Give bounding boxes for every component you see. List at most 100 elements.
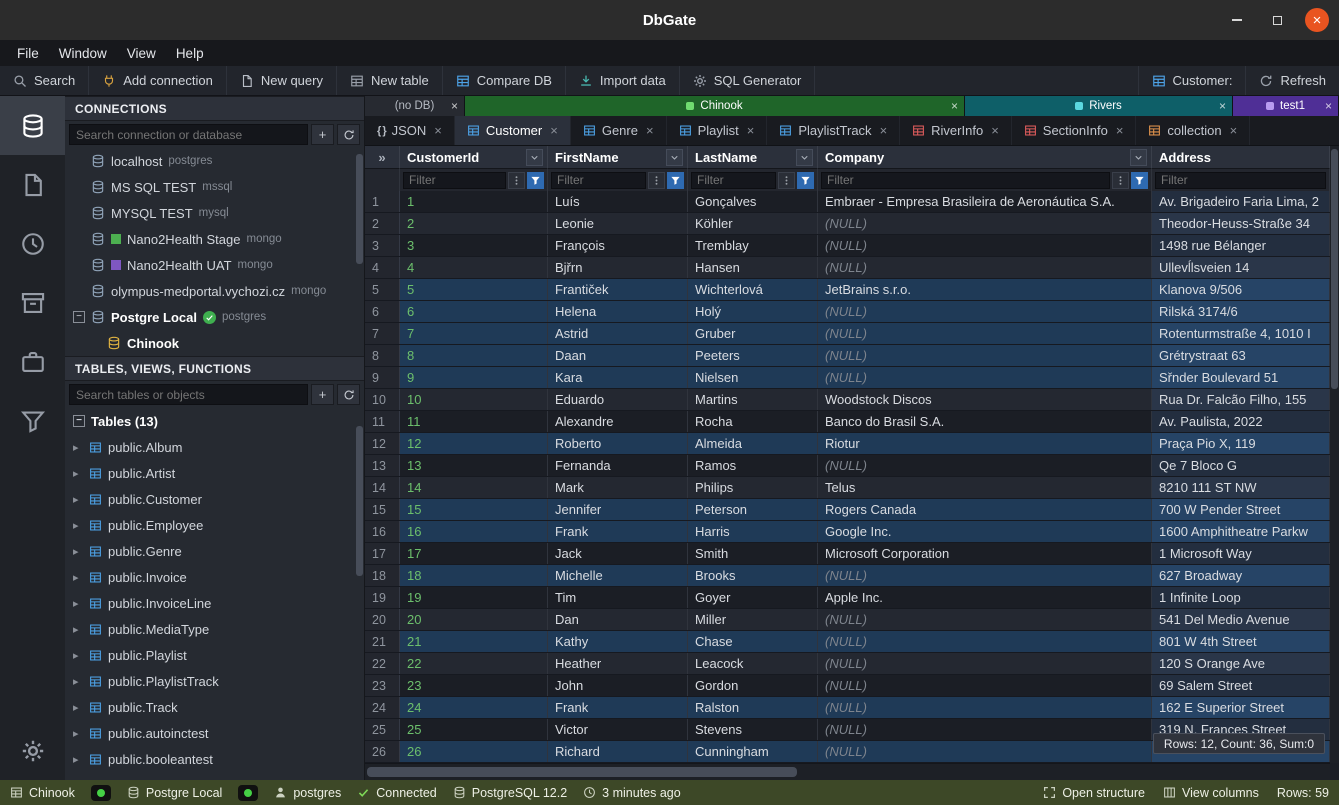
table-row[interactable]: 2424FrankRalston(NULL)162 E Superior Str… (365, 697, 1339, 719)
table-row[interactable]: 1313FernandaRamos(NULL)Qe 7 Bloco G (365, 455, 1339, 477)
cell-firstname[interactable]: François (548, 235, 688, 256)
cell-lastname[interactable]: Leacock (688, 653, 818, 674)
add-table-small-button[interactable]: + (311, 384, 334, 405)
cell-company[interactable]: Woodstock Discos (818, 389, 1152, 410)
cell-company[interactable]: (NULL) (818, 345, 1152, 366)
cell-customerid[interactable]: 2 (400, 213, 548, 234)
close-icon[interactable]: × (550, 123, 558, 138)
cell-lastname[interactable]: Brooks (688, 565, 818, 586)
cell-company[interactable]: (NULL) (818, 323, 1152, 344)
cell-firstname[interactable]: Kara (548, 367, 688, 388)
connections-search-input[interactable] (69, 124, 308, 145)
column-dropdown-icon[interactable] (526, 149, 543, 166)
cell-lastname[interactable]: Hansen (688, 257, 818, 278)
table-item[interactable]: ▸public.Invoice (65, 564, 364, 590)
cell-company[interactable]: (NULL) (818, 367, 1152, 388)
cell-address[interactable]: Ullevĺlsveien 14 (1152, 257, 1330, 278)
filter-funnel-icon[interactable] (1131, 172, 1148, 189)
rail-briefcase-button[interactable] (0, 332, 65, 391)
column-header-company[interactable]: Company (818, 146, 1152, 169)
cell-company[interactable]: (NULL) (818, 301, 1152, 322)
cell-company[interactable]: Telus (818, 477, 1152, 498)
connection-item[interactable]: Nano2Health Stagemongo (65, 226, 364, 252)
cell-address[interactable]: Qe 7 Bloco G (1152, 455, 1330, 476)
cell-lastname[interactable]: Ralston (688, 697, 818, 718)
maximize-button[interactable] (1265, 8, 1289, 32)
minimize-button[interactable] (1225, 8, 1249, 32)
cell-firstname[interactable]: Eduardo (548, 389, 688, 410)
filter-menu-icon[interactable] (778, 172, 795, 189)
db-tab-chinook[interactable]: Chinook× (465, 96, 965, 116)
cell-address[interactable]: 541 Del Medio Avenue (1152, 609, 1330, 630)
cell-lastname[interactable]: Tremblay (688, 235, 818, 256)
filter-menu-icon[interactable] (508, 172, 525, 189)
table-item[interactable]: ▸public.Genre (65, 538, 364, 564)
table-row[interactable]: 1515JenniferPetersonRogers Canada700 W P… (365, 499, 1339, 521)
table-row[interactable]: 2222HeatherLeacock(NULL)120 S Orange Ave (365, 653, 1339, 675)
toolbar-customer--button[interactable]: Customer: (1138, 66, 1246, 95)
filter-input-lastname[interactable] (691, 172, 776, 189)
cell-firstname[interactable]: Luís (548, 191, 688, 212)
cell-company[interactable]: Embraer - Empresa Brasileira de Aeronáut… (818, 191, 1152, 212)
table-item[interactable]: ▸public.autoinctest (65, 720, 364, 746)
cell-firstname[interactable]: Helena (548, 301, 688, 322)
filter-funnel-icon[interactable] (667, 172, 684, 189)
tab-playlist[interactable]: Playlist× (667, 116, 768, 145)
column-dropdown-icon[interactable] (666, 149, 683, 166)
tab-customer[interactable]: Customer× (455, 116, 571, 145)
chevron-right-icon[interactable]: ▸ (73, 753, 83, 766)
cell-lastname[interactable]: Stevens (688, 719, 818, 740)
column-header-firstname[interactable]: FirstName (548, 146, 688, 169)
cell-lastname[interactable]: Chase (688, 631, 818, 652)
cell-company[interactable]: (NULL) (818, 609, 1152, 630)
chevron-right-icon[interactable]: ▸ (73, 493, 83, 506)
cell-lastname[interactable]: Holý (688, 301, 818, 322)
cell-customerid[interactable]: 11 (400, 411, 548, 432)
cell-company[interactable]: Riotur (818, 433, 1152, 454)
connection-item[interactable]: localhostpostgres (65, 148, 364, 174)
cell-customerid[interactable]: 21 (400, 631, 548, 652)
cell-address[interactable]: Praça Pio X, 119 (1152, 433, 1330, 454)
column-header-customerid[interactable]: CustomerId (400, 146, 548, 169)
cell-customerid[interactable]: 25 (400, 719, 548, 740)
cell-address[interactable]: 1 Microsoft Way (1152, 543, 1330, 564)
cell-firstname[interactable]: Michelle (548, 565, 688, 586)
cell-company[interactable]: (NULL) (818, 675, 1152, 696)
tab-playlisttrack[interactable]: PlaylistTrack× (767, 116, 900, 145)
chevron-right-icon[interactable]: ▸ (73, 571, 83, 584)
cell-address[interactable]: 801 W 4th Street (1152, 631, 1330, 652)
cell-customerid[interactable]: 22 (400, 653, 548, 674)
toolbar-search-button[interactable]: Search (0, 66, 89, 95)
cell-firstname[interactable]: Astrid (548, 323, 688, 344)
cell-lastname[interactable]: Köhler (688, 213, 818, 234)
table-item[interactable]: ▸public.Track (65, 694, 364, 720)
cell-company[interactable]: (NULL) (818, 257, 1152, 278)
table-row[interactable]: 11LuísGonçalvesEmbraer - Empresa Brasile… (365, 191, 1339, 213)
cell-address[interactable]: 1498 rue Bélanger (1152, 235, 1330, 256)
chevron-right-icon[interactable]: ▸ (73, 649, 83, 662)
filter-input-company[interactable] (821, 172, 1110, 189)
cell-customerid[interactable]: 4 (400, 257, 548, 278)
table-row[interactable]: 1414MarkPhilipsTelus8210 111 ST NW (365, 477, 1339, 499)
cell-customerid[interactable]: 12 (400, 433, 548, 454)
close-icon[interactable]: × (1219, 99, 1226, 113)
table-row[interactable]: 2323JohnGordon(NULL)69 Salem Street (365, 675, 1339, 697)
cell-address[interactable]: 627 Broadway (1152, 565, 1330, 586)
cell-firstname[interactable]: Jack (548, 543, 688, 564)
cell-customerid[interactable]: 26 (400, 741, 548, 762)
menu-window[interactable]: Window (50, 43, 116, 64)
chevron-right-icon[interactable]: ▸ (73, 467, 83, 480)
menu-file[interactable]: File (8, 43, 48, 64)
add-connection-small-button[interactable]: + (311, 124, 334, 145)
chevron-right-icon[interactable]: ▸ (73, 623, 83, 636)
db-tab-test1[interactable]: test1× (1233, 96, 1339, 116)
filter-input-firstname[interactable] (551, 172, 646, 189)
table-row[interactable]: 1111AlexandreRochaBanco do Brasil S.A.Av… (365, 411, 1339, 433)
filter-funnel-icon[interactable] (527, 172, 544, 189)
table-row[interactable]: 66HelenaHolý(NULL)Rilská 3174/6 (365, 301, 1339, 323)
cell-address[interactable]: 1600 Amphitheatre Parkw (1152, 521, 1330, 542)
chevron-right-icon[interactable]: ▸ (73, 727, 83, 740)
table-row[interactable]: 1212RobertoAlmeidaRioturPraça Pio X, 119 (365, 433, 1339, 455)
tab-collection[interactable]: collection× (1136, 116, 1250, 145)
cell-company[interactable]: JetBrains s.r.o. (818, 279, 1152, 300)
